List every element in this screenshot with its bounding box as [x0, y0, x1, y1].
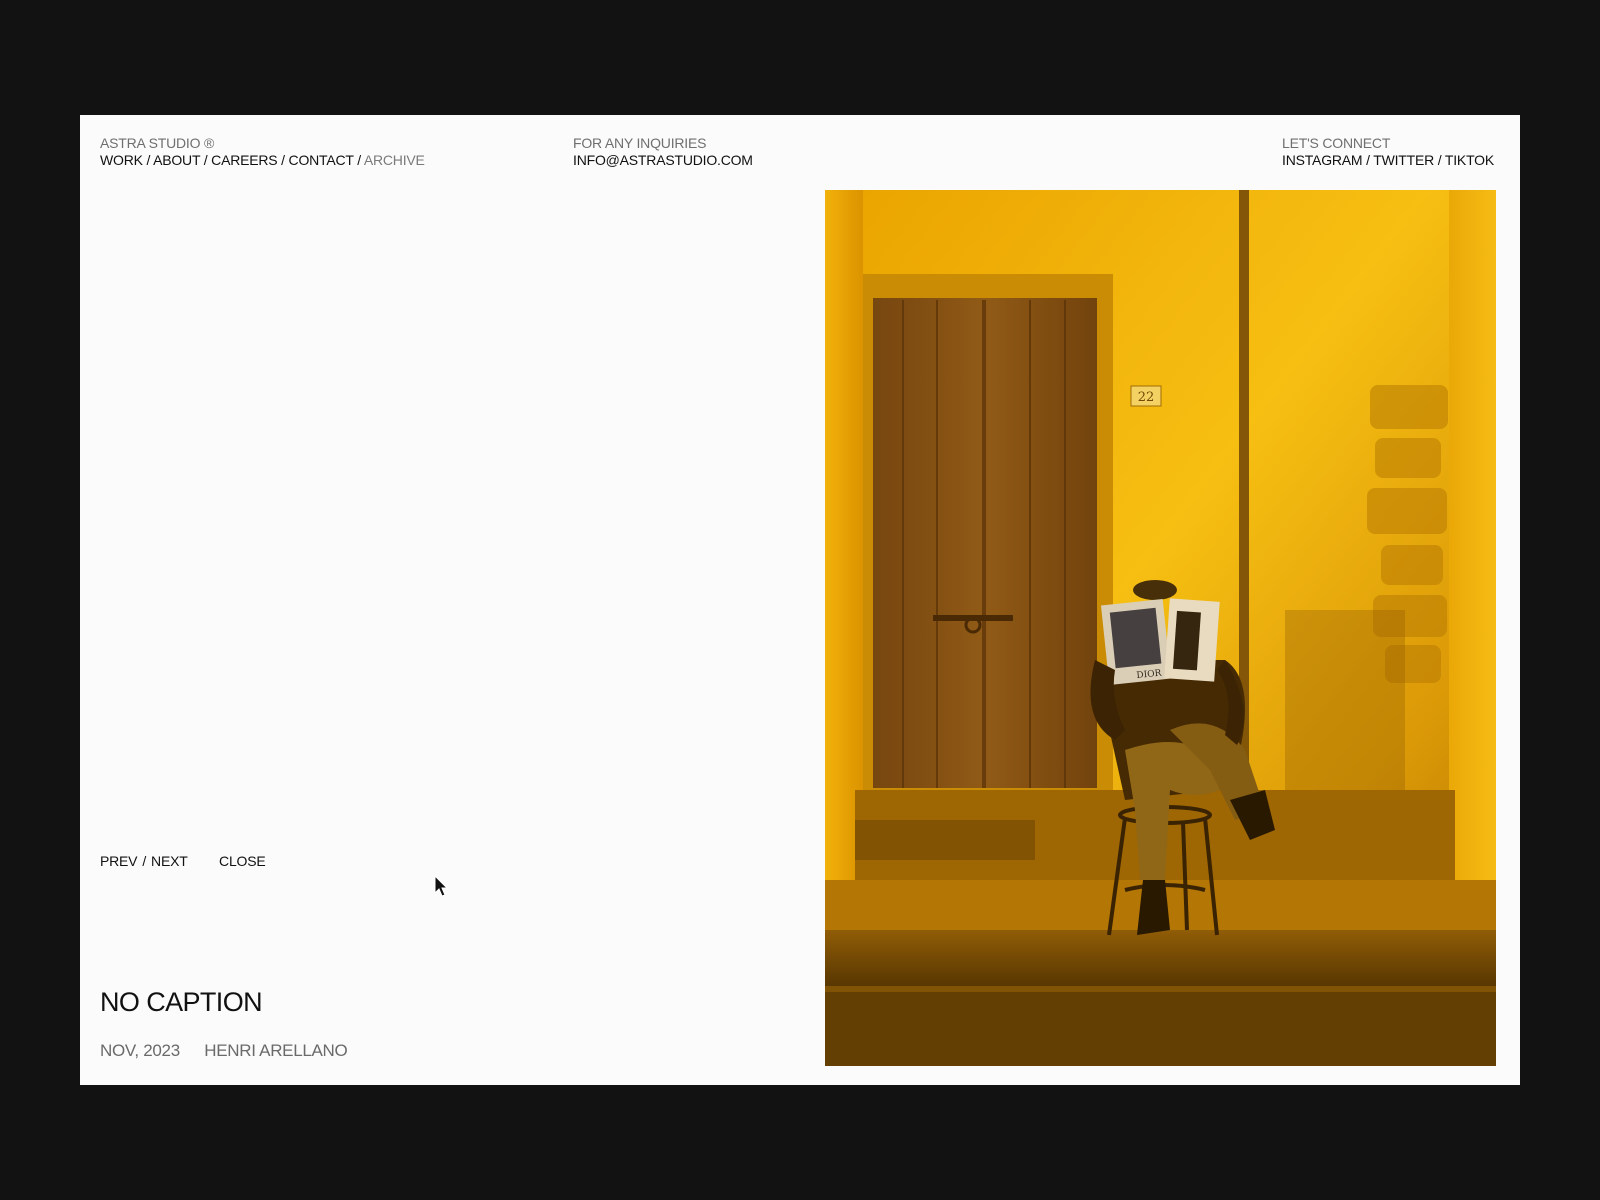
social-separator: /: [1437, 152, 1445, 168]
header-social: LET'S CONNECT INSTAGRAM / TWITTER / TIKT…: [1282, 135, 1494, 169]
photo-meta: NOV, 2023 HENRI ARELLANO: [100, 1041, 348, 1061]
nav-separator: /: [357, 152, 364, 168]
nav-contact-link[interactable]: CONTACT: [289, 152, 354, 168]
social-links: INSTAGRAM / TWITTER / TIKTOK: [1282, 152, 1494, 169]
photo-date: NOV, 2023: [100, 1041, 180, 1060]
nav-careers-link[interactable]: CAREERS: [211, 152, 277, 168]
nav-about-link[interactable]: ABOUT: [153, 152, 200, 168]
photo-author: HENRI ARELLANO: [204, 1041, 348, 1060]
prev-button[interactable]: PREV: [100, 853, 138, 869]
mouse-pointer-icon: [434, 875, 449, 897]
main-nav: WORK / ABOUT / CAREERS / CONTACT / ARCHI…: [100, 152, 425, 169]
tiktok-link[interactable]: TIKTOK: [1445, 152, 1494, 168]
nav-archive-link[interactable]: ARCHIVE: [364, 152, 425, 168]
inquiries-label: FOR ANY INQUIRIES: [573, 135, 707, 151]
brand-name[interactable]: ASTRA STUDIO ®: [100, 135, 425, 152]
close-button[interactable]: CLOSE: [219, 853, 266, 869]
controls-separator: /: [142, 853, 147, 869]
photo-caption: NO CAPTION: [100, 987, 263, 1017]
lightbox-page: ASTRA STUDIO ® WORK / ABOUT / CAREERS / …: [80, 115, 1520, 1085]
nav-separator: /: [281, 152, 289, 168]
archive-photo: 22 DIOR: [825, 190, 1496, 1066]
email-link[interactable]: INFO@ASTRASTUDIO.COM: [573, 152, 753, 168]
header-left: ASTRA STUDIO ® WORK / ABOUT / CAREERS / …: [100, 135, 425, 169]
photo-illustration: 22 DIOR: [825, 190, 1496, 1066]
connect-label: LET'S CONNECT: [1282, 135, 1391, 151]
twitter-link[interactable]: TWITTER: [1373, 152, 1434, 168]
next-button[interactable]: NEXT: [151, 853, 187, 869]
nav-work-link[interactable]: WORK: [100, 152, 143, 168]
lightbox-controls: PREV / NEXT CLOSE: [100, 853, 266, 869]
instagram-link[interactable]: INSTAGRAM: [1282, 152, 1363, 168]
header-inquiries: FOR ANY INQUIRIES INFO@ASTRASTUDIO.COM: [573, 135, 753, 169]
